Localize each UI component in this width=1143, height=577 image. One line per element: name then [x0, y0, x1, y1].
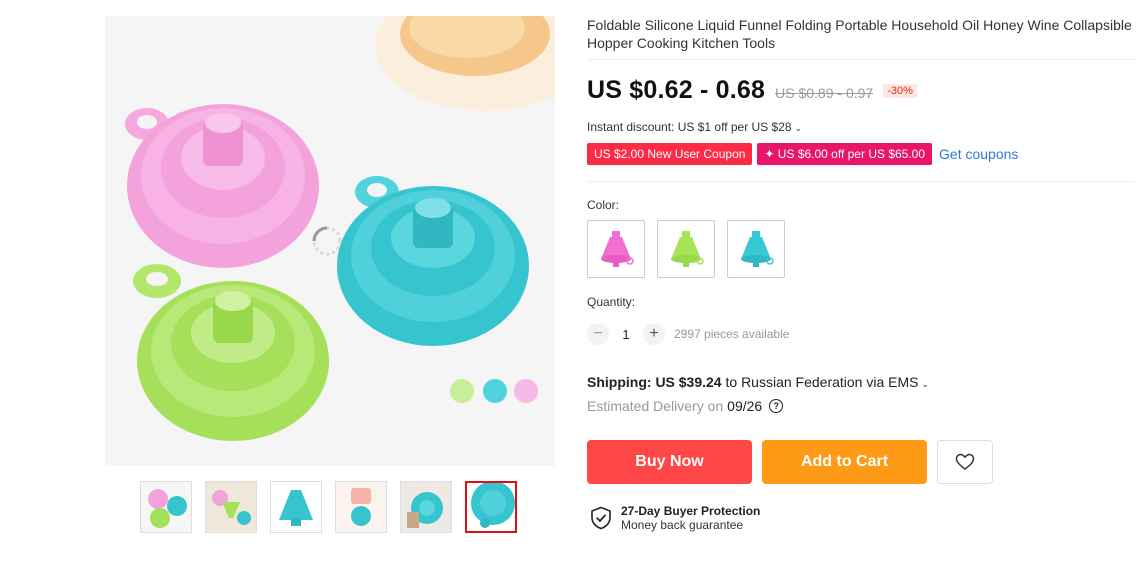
funnel-icon-green [671, 231, 704, 267]
color-option-blue[interactable] [727, 220, 785, 278]
shipping-label: Shipping: [587, 374, 652, 390]
quantity-stepper: − 1 + 2997 pieces available [587, 323, 789, 345]
coupon-row: US $2.00 New User Coupon ✦ US $6.00 off … [587, 143, 1018, 165]
instant-discount[interactable]: Instant discount: US $1 off per US $28 ⌄ [587, 120, 802, 134]
quantity-label: Quantity: [587, 295, 636, 309]
shipping-destination: to Russian Federation via EMS [725, 374, 919, 390]
chevron-down-icon: ⌄ [921, 379, 930, 389]
quantity-input[interactable]: 1 [609, 327, 643, 342]
heart-icon [955, 453, 975, 470]
chevron-down-icon: ⌄ [794, 123, 803, 133]
funnel-icon-blue [741, 231, 774, 267]
store-coupon[interactable]: ✦ US $6.00 off per US $65.00 [757, 143, 933, 165]
thumbnail-1[interactable] [140, 481, 192, 533]
help-icon[interactable]: ? [769, 399, 784, 413]
product-photo [105, 16, 555, 466]
color-option-pink[interactable] [587, 220, 645, 278]
get-coupons-link[interactable]: Get coupons [939, 146, 1018, 162]
instant-discount-text: Instant discount: US $1 off per US $28 [587, 120, 792, 134]
shipping-cost: US $39.24 [655, 374, 722, 390]
funnel-icon-pink [601, 231, 634, 267]
thumbnail-3[interactable] [270, 481, 322, 533]
new-user-coupon[interactable]: US $2.00 New User Coupon [587, 143, 753, 165]
estimated-delivery: Estimated Delivery on 09/26 ? [587, 398, 784, 414]
shipping-info[interactable]: Shipping: US $39.24 to Russian Federatio… [587, 374, 929, 390]
protection-title: 27-Day Buyer Protection [621, 504, 761, 518]
delivery-date: 09/26 [727, 398, 763, 414]
main-product-image[interactable] [105, 16, 555, 466]
pieces-available: 2997 pieces available [674, 327, 790, 341]
shield-check-icon [591, 506, 611, 530]
divider [587, 181, 1135, 182]
add-to-cart-button[interactable]: Add to Cart [762, 440, 927, 484]
current-price: US $0.62 - 0.68 [587, 76, 766, 104]
thumbnail-5[interactable] [400, 481, 452, 533]
thumbnail-6-selected[interactable] [465, 481, 517, 533]
wishlist-button[interactable] [937, 440, 993, 484]
decrease-quantity-button[interactable]: − [587, 323, 609, 345]
price-row: US $0.62 - 0.68 US $0.89 - 0.97 -30% [587, 76, 917, 105]
delivery-label: Estimated Delivery on [587, 398, 724, 414]
color-swatches [587, 220, 785, 278]
color-label: Color: [587, 198, 620, 212]
buy-now-button[interactable]: Buy Now [587, 440, 752, 484]
discount-badge: -30% [883, 83, 917, 98]
divider [587, 59, 1135, 60]
thumbnail-4[interactable] [335, 481, 387, 533]
product-title: Foldable Silicone Liquid Funnel Folding … [587, 17, 1132, 51]
thumbnail-2[interactable] [205, 481, 257, 533]
original-price: US $0.89 - 0.97 [775, 85, 874, 101]
increase-quantity-button[interactable]: + [643, 323, 665, 345]
protection-subtitle: Money back guarantee [621, 518, 744, 532]
buyer-protection: 27-Day Buyer Protection Money back guara… [590, 504, 760, 532]
color-option-green[interactable] [657, 220, 715, 278]
